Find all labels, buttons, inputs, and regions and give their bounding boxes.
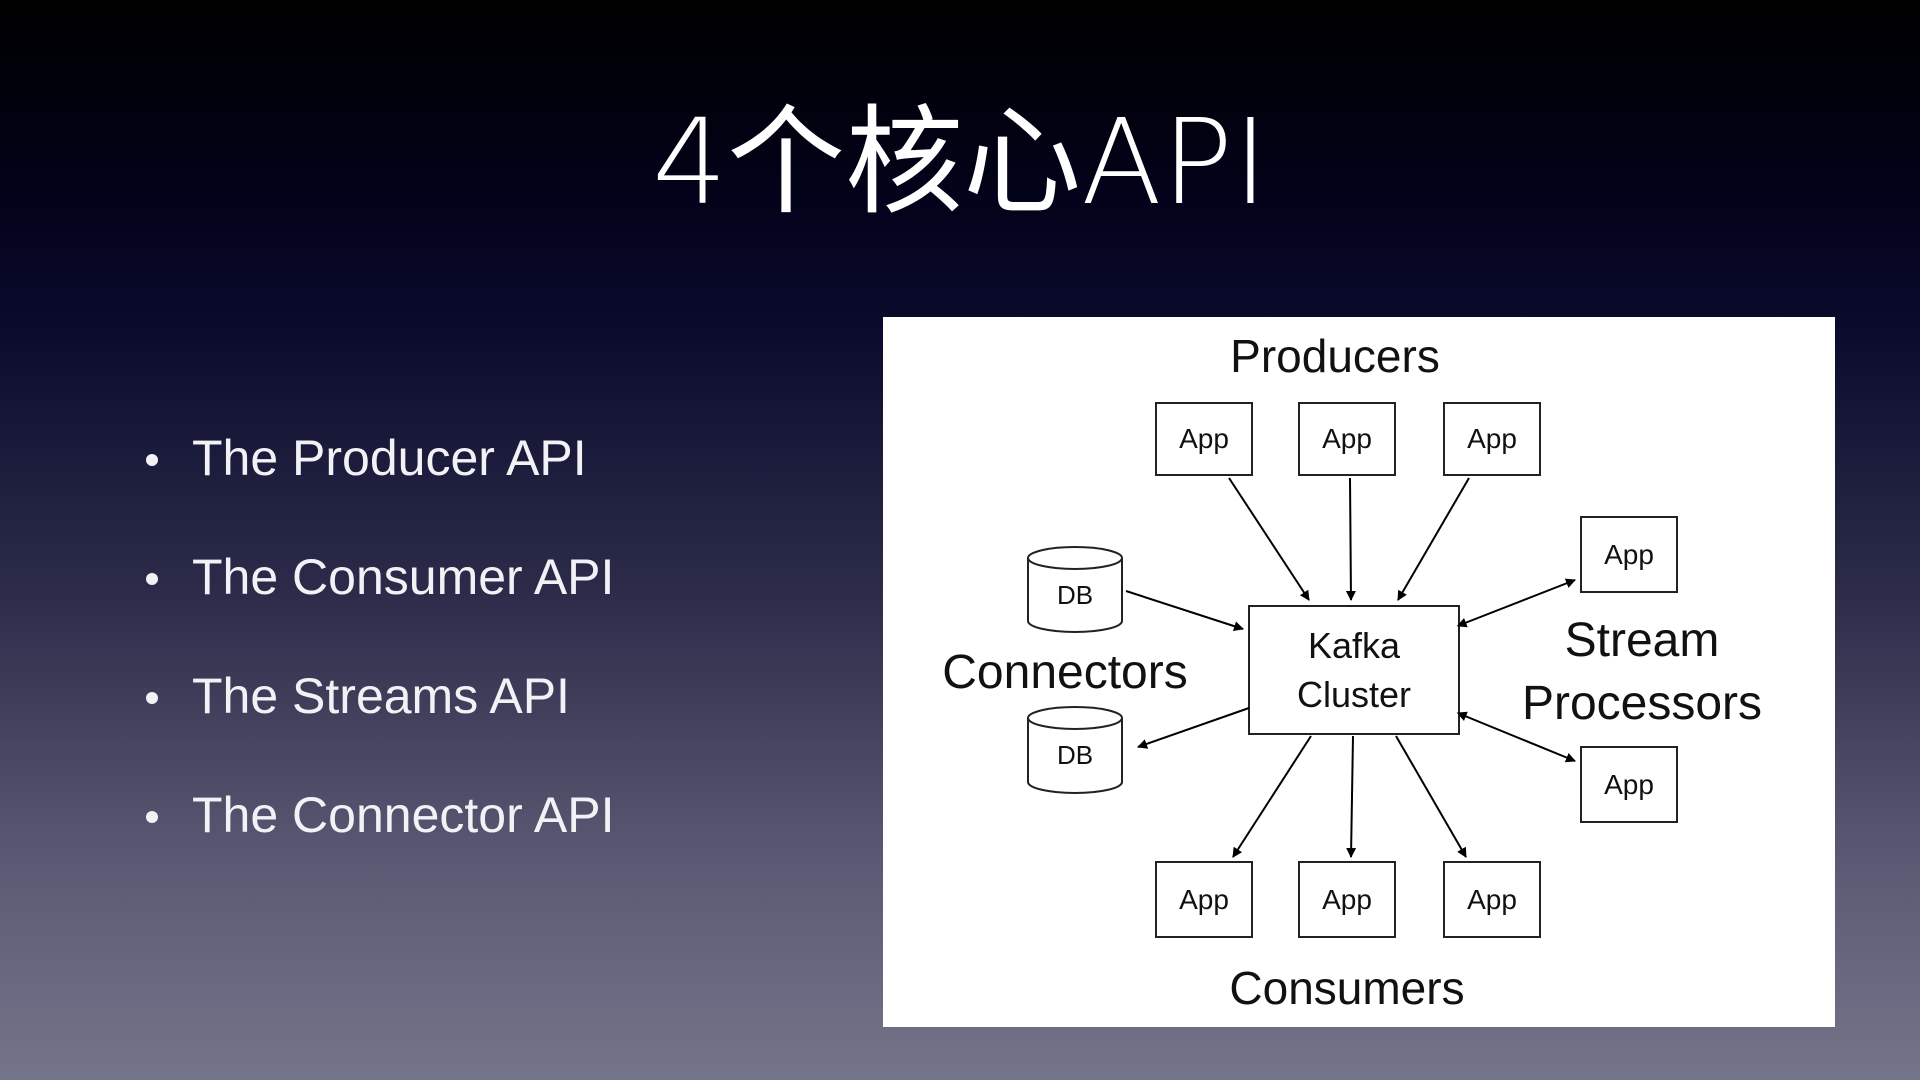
bullet-producer-api: The Producer API <box>140 420 614 539</box>
db-label: DB <box>1057 740 1093 770</box>
app-label: App <box>1604 769 1654 800</box>
producer-arrow-1 <box>1228 477 1310 601</box>
db-cylinder-top: DB <box>1027 546 1123 633</box>
kafka-cluster-box: Kafka Cluster <box>1248 605 1460 735</box>
connector-arrow-in <box>1125 590 1244 631</box>
app-label: App <box>1179 423 1229 454</box>
consumers-label: Consumers <box>1229 962 1464 1014</box>
stream-app-bottom: App <box>1580 746 1678 823</box>
stream-processors-label-line2: Processors <box>1522 677 1762 730</box>
producer-app-1: App <box>1155 402 1253 476</box>
db-cylinder-bottom: DB <box>1027 706 1123 794</box>
bullet-connector-api: The Connector API <box>140 777 614 896</box>
consumer-app-3: App <box>1443 861 1541 938</box>
app-label: App <box>1604 539 1654 570</box>
producer-app-2: App <box>1298 402 1396 476</box>
app-label: App <box>1179 884 1229 915</box>
consumer-arrow-2 <box>1346 735 1357 858</box>
app-label: App <box>1467 884 1517 915</box>
cluster-label-line1: Kafka <box>1308 625 1401 666</box>
connectors-label: Connectors <box>942 646 1187 699</box>
stream-processors-label-line1: Stream <box>1565 614 1720 667</box>
bullet-streams-api: The Streams API <box>140 658 614 777</box>
diagram-canvas: Producers App App App Kafka Cluster DB D… <box>942 330 1762 1014</box>
producer-arrow-3 <box>1397 477 1470 601</box>
app-label: App <box>1467 423 1517 454</box>
bullet-list: The Producer API The Consumer API The St… <box>140 420 614 896</box>
bullet-consumer-api: The Consumer API <box>140 539 614 658</box>
consumer-arrow-1 <box>1232 735 1312 858</box>
producer-arrow-2 <box>1345 477 1356 601</box>
consumer-app-2: App <box>1298 861 1396 938</box>
consumer-app-1: App <box>1155 861 1253 938</box>
kafka-architecture-diagram: Producers App App App Kafka Cluster DB D… <box>883 317 1835 1027</box>
stream-arrow-top <box>1456 578 1576 628</box>
app-label: App <box>1322 884 1372 915</box>
app-label: App <box>1322 423 1372 454</box>
producer-app-3: App <box>1443 402 1541 476</box>
db-label: DB <box>1057 580 1093 610</box>
stream-app-top: App <box>1580 516 1678 593</box>
slide-title: 4个核心API <box>652 93 1268 231</box>
consumer-arrow-3 <box>1395 735 1467 858</box>
connector-arrow-out <box>1137 707 1250 749</box>
producers-label: Producers <box>1230 330 1440 382</box>
cluster-label-line2: Cluster <box>1297 674 1411 715</box>
